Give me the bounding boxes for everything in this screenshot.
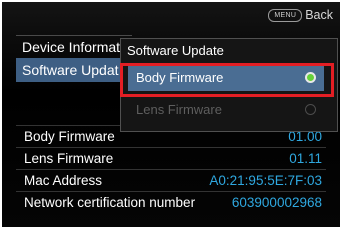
info-value: A0:21:95:5E:7F:03 [209,173,322,188]
info-value: 603900002968 [231,195,322,210]
highlight-box [120,63,334,97]
back-button[interactable]: MENU Back [268,8,333,22]
option-label: Lens Firmware [136,102,222,117]
menu-button-icon: MENU [268,8,303,22]
radio-unselected-icon [305,104,316,115]
popup-title: Software Update [127,43,224,58]
option-lens-firmware[interactable]: Lens Firmware [128,97,324,123]
info-row-lens-firmware: Lens Firmware 01.11 [16,147,326,170]
camera-screen: MENU Back Device Informat Software Updat… [2,2,340,227]
menu-item-software-update[interactable]: Software Updat [16,58,132,82]
info-label: Lens Firmware [24,151,114,166]
info-label: Body Firmware [24,129,115,144]
menu-item-label: Device Informat [22,39,121,55]
back-label: Back [305,8,333,22]
menu-item-device-information[interactable]: Device Informat [16,35,132,58]
info-label: Network certification number [24,195,196,210]
info-row-network-certification: Network certification number 60390000296… [16,191,326,214]
menu-item-label: Software Updat [22,62,119,78]
info-label: Mac Address [24,173,103,188]
info-row-mac-address: Mac Address A0:21:95:5E:7F:03 [16,169,326,192]
info-value: 01.11 [289,151,322,166]
